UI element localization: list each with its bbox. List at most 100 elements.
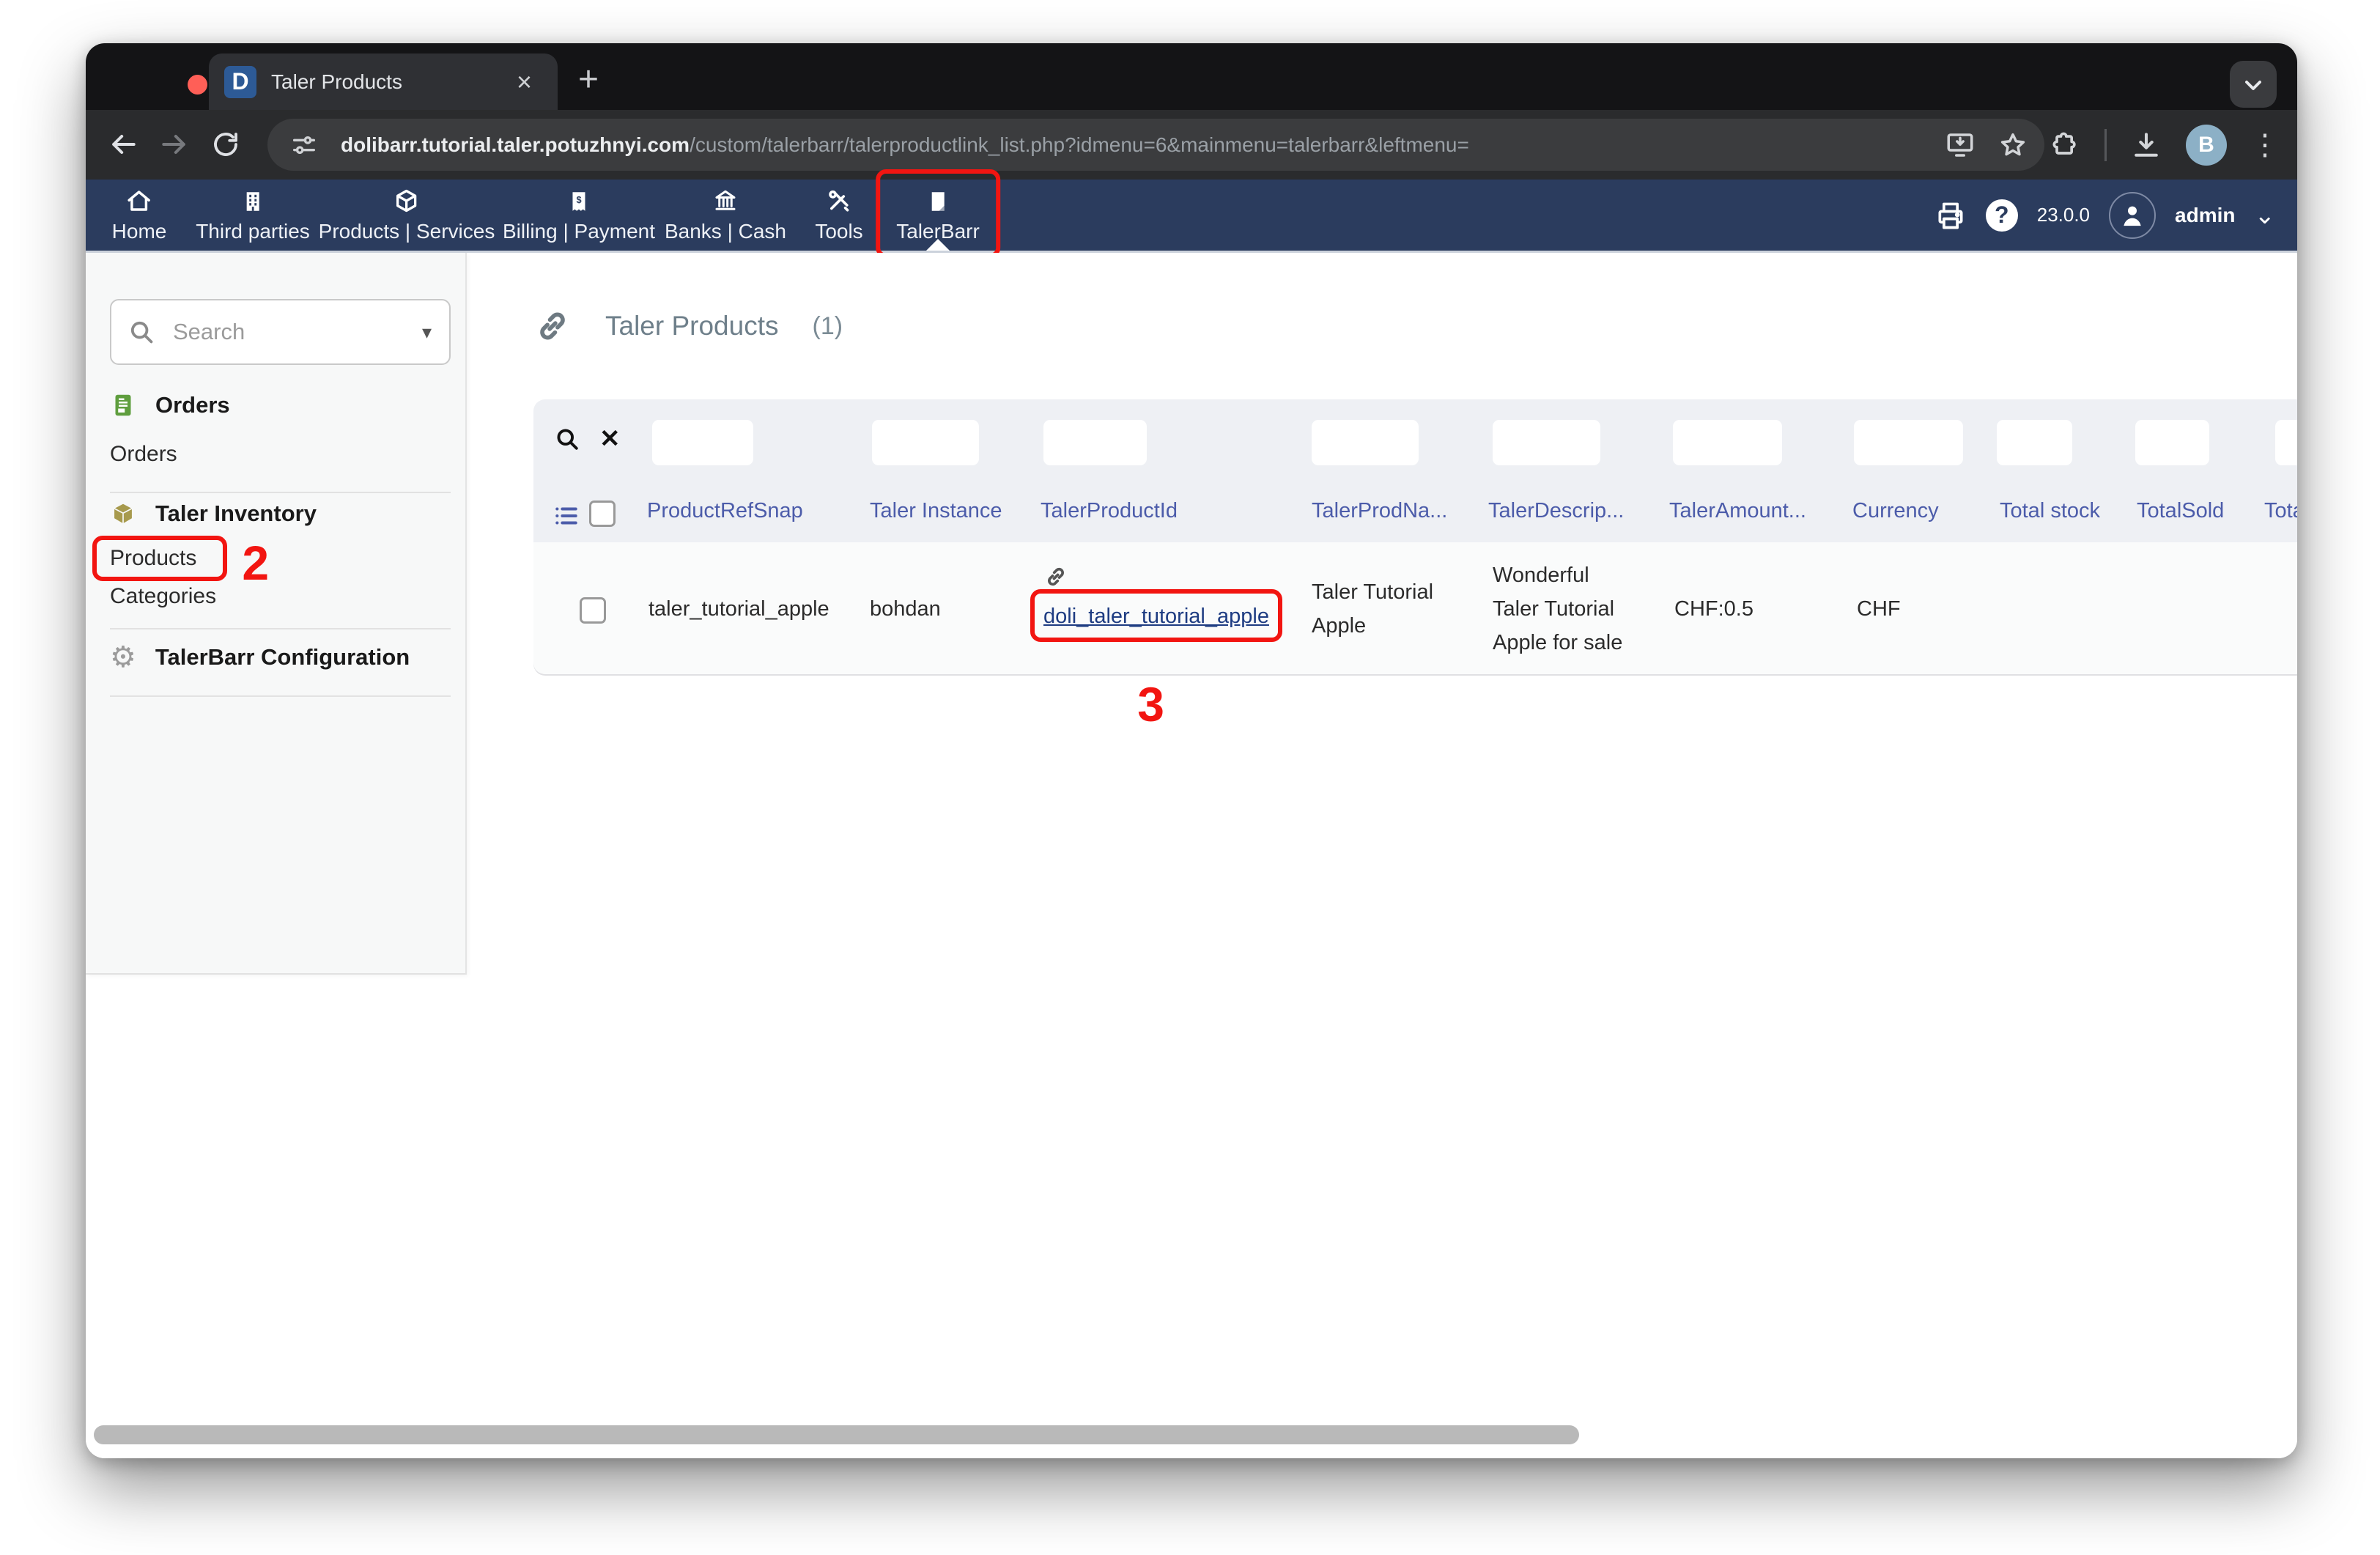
filter-input-totalsold[interactable]	[2135, 420, 2209, 465]
svg-text:$: $	[576, 194, 581, 205]
filter-input-total-stock[interactable]	[1997, 420, 2072, 465]
page-title: Taler Products (1)	[533, 307, 843, 345]
site-settings-icon[interactable]	[289, 130, 319, 160]
cell-talerdescription: Wonderful Taler Tutorial Apple for sale	[1493, 558, 1636, 660]
close-window-button[interactable]	[188, 75, 207, 95]
sidebar-link-categories[interactable]: Categories	[110, 584, 216, 609]
dolibarr-favicon: D	[224, 66, 256, 98]
browser-tab-strip: D Taler Products × +	[86, 43, 2297, 110]
close-tab-icon[interactable]: ×	[517, 67, 532, 97]
sidebar-link-products[interactable]: Products 2	[110, 546, 196, 571]
reload-icon[interactable]	[204, 123, 247, 166]
browser-menu-icon[interactable]: ⋮	[2250, 128, 2280, 162]
module-icon	[925, 188, 950, 214]
back-icon[interactable]	[102, 123, 144, 166]
user-menu-chevron-icon[interactable]: ⌄	[2255, 201, 2276, 230]
inventory-box-icon	[110, 501, 136, 527]
column-header-talerproductid[interactable]: TalerProductId	[1041, 499, 1178, 523]
select-all-checkbox[interactable]	[589, 501, 616, 527]
menu-item-third-parties[interactable]: Third parties	[196, 180, 310, 251]
tools-icon	[826, 188, 852, 214]
filter-input-talerprodname[interactable]	[1312, 420, 1419, 465]
filter-input-talerproductid[interactable]	[1043, 420, 1147, 465]
row-checkbox[interactable]	[580, 597, 606, 624]
sidebar-section-talerbarr-configuration[interactable]: ⚙ TalerBarr Configuration	[110, 643, 410, 672]
search-dropdown-caret-icon[interactable]: ▾	[422, 321, 432, 344]
link-icon	[1043, 564, 1269, 589]
address-bar[interactable]: dolibarr.tutorial.taler.potuzhnyi.com/cu…	[267, 119, 2044, 171]
toolbar-separator	[2104, 129, 2107, 161]
taler-products-table: ✕ ProductRefSnap Taler Instance Tale	[533, 399, 2297, 676]
column-header-total-stock[interactable]: Total stock	[2000, 499, 2100, 523]
downloads-icon[interactable]	[2130, 129, 2162, 161]
bookmark-star-icon[interactable]	[1998, 130, 2028, 160]
user-avatar-icon[interactable]	[2109, 192, 2156, 239]
help-icon[interactable]: ?	[1986, 199, 2018, 232]
orders-document-icon	[110, 392, 136, 418]
column-header-totallost[interactable]: TotalLo	[2264, 499, 2297, 523]
url-host: dolibarr.tutorial.taler.potuzhnyi.com	[341, 133, 690, 157]
table-row[interactable]: taler_tutorial_apple bohdan doli_taler_t…	[533, 542, 2297, 674]
filter-input-taleramount[interactable]	[1673, 420, 1782, 465]
menu-item-home[interactable]: Home	[112, 180, 167, 251]
tab-search-chevron-icon[interactable]	[2230, 61, 2277, 108]
version-label: 23.0.0	[2037, 204, 2090, 226]
user-name-label[interactable]: admin	[2175, 204, 2235, 227]
url-text[interactable]: dolibarr.tutorial.taler.potuzhnyi.com/cu…	[341, 119, 1469, 171]
sidebar-link-orders[interactable]: Orders	[110, 442, 177, 467]
cube-icon	[393, 188, 420, 214]
forward-icon[interactable]	[153, 123, 196, 166]
browser-toolbar: dolibarr.tutorial.taler.potuzhnyi.com/cu…	[86, 110, 2297, 180]
browser-profile-avatar[interactable]: B	[2186, 125, 2227, 166]
column-header-productrefsnap[interactable]: ProductRefSnap	[647, 499, 803, 523]
filter-input-totallost[interactable]	[2275, 420, 2297, 465]
cell-talerprodname: Taler Tutorial Apple	[1312, 575, 1444, 643]
filter-search-icon[interactable]	[554, 426, 580, 452]
sidebar-section-taler-inventory[interactable]: Taler Inventory	[110, 501, 317, 527]
filter-input-taler-instance[interactable]	[872, 420, 979, 465]
filter-clear-icon[interactable]: ✕	[599, 424, 621, 454]
bank-icon	[712, 188, 739, 214]
building-icon	[240, 188, 265, 214]
install-page-icon[interactable]	[1945, 130, 1976, 160]
filter-input-currency[interactable]	[1854, 420, 1963, 465]
search-icon	[128, 318, 155, 346]
page-content: Search ▾ Orders Orders Taler Inventory	[86, 253, 2297, 1458]
sidebar-divider	[110, 628, 451, 629]
annotation-number-2: 2	[242, 539, 269, 587]
sidebar-section-orders[interactable]: Orders	[110, 392, 230, 418]
dolibarr-top-menu: Home Third parties Products | Services $…	[86, 180, 2297, 253]
left-sidebar: Search ▾ Orders Orders Taler Inventory	[86, 253, 467, 975]
filter-input-talerdescription[interactable]	[1493, 420, 1600, 465]
link-icon	[533, 307, 572, 345]
cell-talerproductid: doli_taler_tutorial_apple 3	[1043, 564, 1269, 633]
column-header-taler-instance[interactable]: Taler Instance	[870, 499, 1002, 523]
menu-item-products-services[interactable]: Products | Services	[319, 180, 495, 251]
sidebar-divider	[110, 695, 451, 697]
column-header-totalsold[interactable]: TotalSold	[2137, 499, 2224, 523]
cell-taler-instance: bohdan	[870, 592, 941, 626]
column-header-talerdescription[interactable]: TalerDescrip...	[1488, 499, 1624, 523]
column-header-currency[interactable]: Currency	[1852, 499, 1939, 523]
sidebar-divider	[110, 492, 451, 493]
horizontal-scrollbar[interactable]	[94, 1425, 1579, 1444]
bill-icon: $	[566, 188, 591, 214]
browser-tab[interactable]: D Taler Products ×	[209, 53, 558, 110]
extensions-icon[interactable]	[2049, 129, 2081, 161]
sidebar-search-input[interactable]: Search ▾	[110, 299, 451, 365]
new-tab-button[interactable]: +	[578, 59, 599, 100]
filter-input-productrefsnap[interactable]	[652, 420, 753, 465]
column-header-talerprodname[interactable]: TalerProdNa...	[1312, 499, 1447, 523]
menu-item-billing-payment[interactable]: $ Billing | Payment	[503, 180, 655, 251]
menu-item-tools[interactable]: Tools	[815, 180, 862, 251]
cell-taleramount: CHF:0.5	[1674, 592, 1753, 626]
column-selector-icon[interactable]	[552, 502, 580, 530]
print-icon[interactable]	[1934, 199, 1967, 232]
url-path: /custom/talerbarr/talerproductlink_list.…	[690, 133, 1469, 157]
search-placeholder: Search	[173, 319, 245, 345]
taler-product-link[interactable]: doli_taler_tutorial_apple	[1043, 605, 1269, 628]
annotation-number-3: 3	[1137, 680, 1164, 728]
gear-icon: ⚙	[110, 643, 136, 672]
column-header-taleramount[interactable]: TalerAmount...	[1669, 499, 1806, 523]
menu-item-banks-cash[interactable]: Banks | Cash	[665, 180, 786, 251]
